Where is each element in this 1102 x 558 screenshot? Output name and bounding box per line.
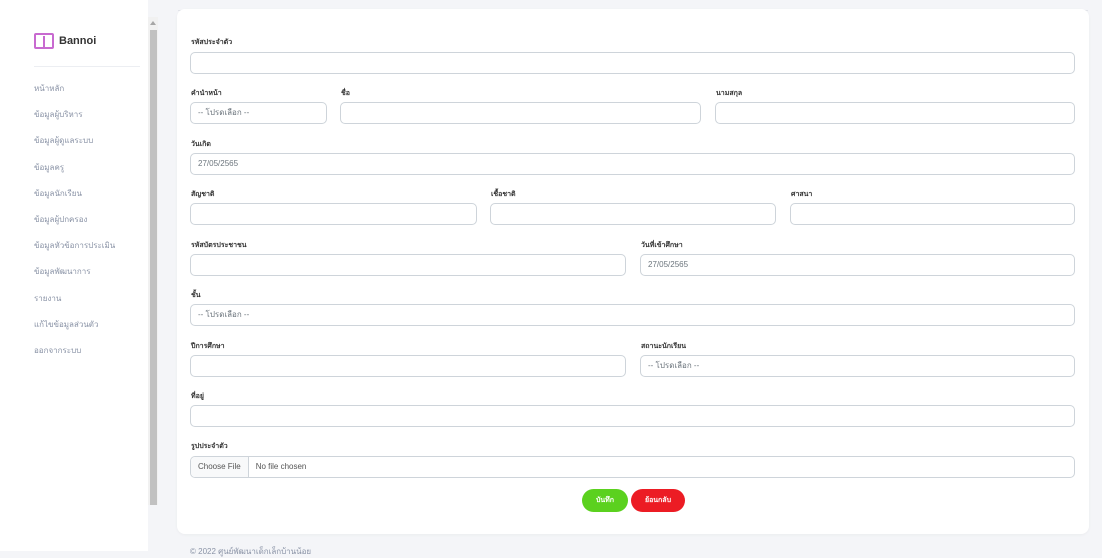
prefix-select[interactable]: -- โปรดเลือก -- xyxy=(190,102,327,124)
sidebar-item-parents[interactable]: ข้อมูลผู้ปกครอง xyxy=(34,213,115,239)
nationality-label: สัญชาติ xyxy=(191,191,215,198)
last-name-input[interactable] xyxy=(715,102,1075,124)
student-status-label: สถานะนักเรียน xyxy=(641,343,687,350)
sidebar-item-edit-profile[interactable]: แก้ไขข้อมูลส่วนตัว xyxy=(34,318,115,344)
student-id-input[interactable] xyxy=(190,52,1075,74)
academic-year-input[interactable] xyxy=(190,355,626,377)
sidebar-item-admins[interactable]: ข้อมูลผู้ดูแลระบบ xyxy=(34,134,115,160)
sidebar-item-assessment-topics[interactable]: ข้อมูลหัวข้อการประเมิน xyxy=(34,239,115,265)
save-button[interactable]: บันทึก xyxy=(582,489,628,512)
footer-copyright: © 2022 ศูนย์พัฒนาเด็กเล็กบ้านน้อย xyxy=(190,547,312,556)
file-status-text: No file chosen xyxy=(255,462,307,471)
academic-year-label: ปีการศึกษา xyxy=(191,343,225,350)
birth-date-label: วันเกิด xyxy=(191,141,211,148)
scroll-up-arrow-icon[interactable] xyxy=(150,21,156,25)
last-name-label: นามสกุล xyxy=(716,90,743,97)
sidebar-item-teachers[interactable]: ข้อมูลครู xyxy=(34,161,115,187)
birth-date-input[interactable]: 27/05/2565 xyxy=(190,153,1075,175)
photo-label: รูปประจำตัว xyxy=(191,443,228,450)
ethnicity-input[interactable] xyxy=(490,203,776,225)
first-name-label: ชื่อ xyxy=(341,90,350,97)
address-input[interactable] xyxy=(190,405,1075,427)
sidebar-item-students[interactable]: ข้อมูลนักเรียน xyxy=(34,187,115,213)
sidebar: Bannoi หน้าหลัก ข้อมูลผู้บริหาร ข้อมูลผู… xyxy=(0,0,148,551)
sidebar-item-development[interactable]: ข้อมูลพัฒนาการ xyxy=(34,265,115,291)
choose-file-button[interactable]: Choose File xyxy=(191,457,249,477)
citizen-id-input[interactable] xyxy=(190,254,626,276)
sidebar-nav: หน้าหลัก ข้อมูลผู้บริหาร ข้อมูลผู้ดูแลระ… xyxy=(34,82,115,370)
brand[interactable]: Bannoi xyxy=(34,33,96,49)
student-status-select[interactable]: -- โปรดเลือก -- xyxy=(640,355,1075,377)
citizen-id-label: รหัสบัตรประชาชน xyxy=(191,242,247,249)
address-label: ที่อยู่ xyxy=(191,393,204,400)
sidebar-item-reports[interactable]: รายงาน xyxy=(34,292,115,318)
first-name-input[interactable] xyxy=(340,102,701,124)
grade-select[interactable]: -- โปรดเลือก -- xyxy=(190,304,1075,326)
brand-name: Bannoi xyxy=(59,35,97,47)
prefix-label: คำนำหน้า xyxy=(191,90,222,97)
nationality-input[interactable] xyxy=(190,203,477,225)
sidebar-item-home[interactable]: หน้าหลัก xyxy=(34,82,115,108)
enroll-date-input[interactable]: 27/05/2565 xyxy=(640,254,1075,276)
back-button[interactable]: ย้อนกลับ xyxy=(631,489,685,512)
enroll-date-label: วันที่เข้าศึกษา xyxy=(641,242,683,249)
sidebar-divider xyxy=(34,66,140,67)
ethnicity-label: เชื้อชาติ xyxy=(491,191,516,198)
sidebar-item-logout[interactable]: ออกจากระบบ xyxy=(34,344,115,370)
grade-label: ชั้น xyxy=(191,292,201,299)
student-id-label: รหัสประจำตัว xyxy=(191,39,233,46)
religion-input[interactable] xyxy=(790,203,1075,225)
religion-label: ศาสนา xyxy=(791,191,813,198)
book-icon xyxy=(34,33,54,49)
photo-file-input[interactable]: Choose File No file chosen xyxy=(190,456,1075,478)
sidebar-item-executives[interactable]: ข้อมูลผู้บริหาร xyxy=(34,108,115,134)
scrollbar-thumb[interactable] xyxy=(150,30,157,505)
